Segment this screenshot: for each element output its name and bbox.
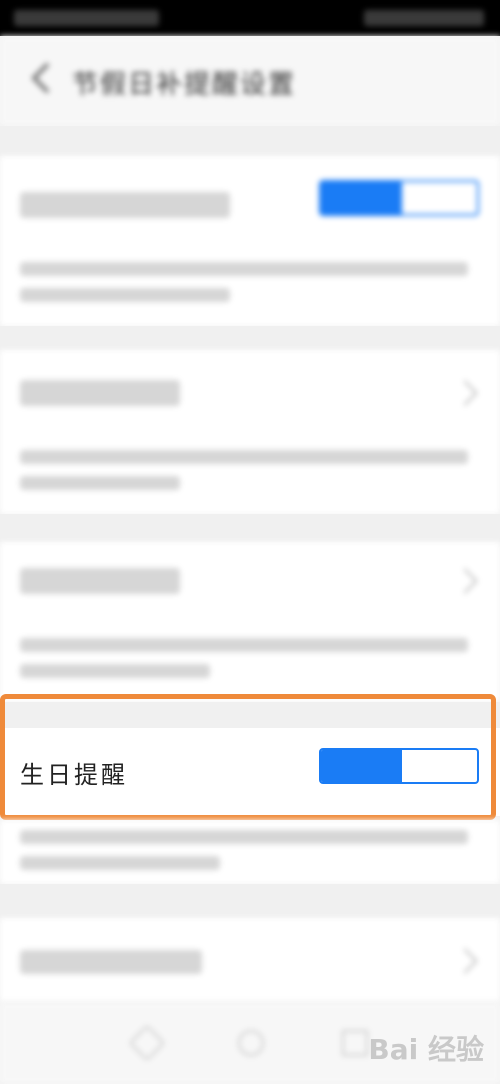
item-desc-placeholder	[20, 638, 468, 652]
birthday-reminder-label: 生日提醒	[20, 761, 128, 789]
home-nav-icon[interactable]	[238, 1030, 264, 1056]
section-gap	[0, 326, 500, 350]
setting-item-5[interactable]	[0, 918, 500, 1002]
back-nav-icon[interactable]	[128, 1024, 166, 1062]
status-right-info	[364, 10, 484, 26]
chevron-right-icon	[452, 568, 478, 594]
chevron-right-icon	[452, 380, 478, 406]
item-desc-placeholder	[20, 856, 220, 870]
item-desc-placeholder	[20, 288, 230, 302]
section-gap	[0, 126, 500, 156]
item-title-placeholder	[20, 950, 202, 974]
item-desc-placeholder	[20, 664, 210, 678]
item-title-placeholder	[20, 380, 180, 406]
section-gap	[0, 702, 500, 728]
setting-item-3[interactable]	[0, 542, 500, 702]
item-desc-placeholder	[20, 830, 468, 844]
status-left-info	[14, 10, 159, 26]
birthday-reminder-row[interactable]: 生日提醒	[0, 728, 500, 816]
item-desc-placeholder	[20, 450, 468, 464]
birthday-reminder-toggle[interactable]	[319, 748, 479, 784]
toggle-fill	[321, 750, 403, 782]
recent-apps-nav-icon[interactable]	[342, 1030, 368, 1056]
page-title: 节假日补提醒设置	[72, 70, 297, 100]
section-gap	[0, 514, 500, 542]
setting-item-1-toggle[interactable]	[319, 180, 479, 216]
item-desc-placeholder	[20, 476, 180, 490]
item-desc-placeholder	[20, 262, 468, 276]
header: 节假日补提醒设置	[0, 36, 500, 126]
status-bar	[0, 0, 500, 36]
item-title-placeholder	[20, 192, 230, 218]
toggle-fill	[321, 182, 403, 214]
section-gap	[0, 884, 500, 918]
setting-item-1[interactable]	[0, 156, 500, 326]
watermark-logo: Bai 经验	[368, 1033, 484, 1066]
back-arrow-icon[interactable]	[22, 58, 62, 98]
setting-item-2[interactable]	[0, 350, 500, 514]
chevron-right-icon	[452, 948, 478, 974]
birthday-reminder-description	[0, 820, 500, 884]
item-title-placeholder	[20, 568, 180, 594]
